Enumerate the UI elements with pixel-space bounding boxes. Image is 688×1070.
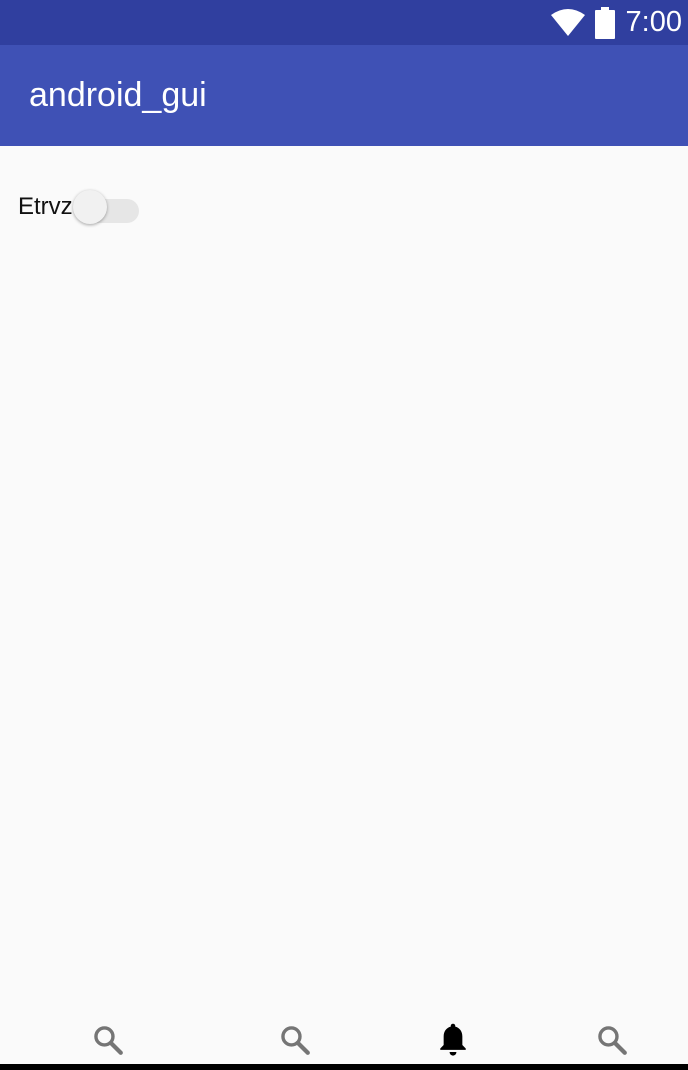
- wifi-icon: [550, 8, 585, 36]
- bell-icon: [440, 1023, 466, 1056]
- main-content: Etrvz: [0, 146, 688, 1016]
- nav-item-notifications[interactable]: [367, 1016, 539, 1064]
- app-bar: android_gui: [0, 45, 688, 146]
- system-nav-bar: [0, 1064, 688, 1070]
- bottom-navigation: [0, 1016, 688, 1064]
- app-title: android_gui: [29, 76, 207, 114]
- search-icon: [598, 1026, 627, 1055]
- search-icon: [281, 1026, 310, 1055]
- nav-item-search-2[interactable]: [209, 1016, 381, 1064]
- nav-item-search-3[interactable]: [526, 1016, 688, 1064]
- status-icons: 7:00: [550, 0, 682, 45]
- status-bar: 7:00: [0, 0, 688, 45]
- toggle-switch[interactable]: [72, 190, 139, 224]
- switch-row[interactable]: Etrvz: [18, 190, 139, 224]
- search-icon: [94, 1026, 123, 1055]
- switch-thumb[interactable]: [72, 190, 107, 224]
- battery-icon: [594, 6, 615, 39]
- switch-label: Etrvz: [18, 193, 73, 220]
- status-time: 7:00: [625, 6, 682, 38]
- nav-item-search-1[interactable]: [22, 1016, 194, 1064]
